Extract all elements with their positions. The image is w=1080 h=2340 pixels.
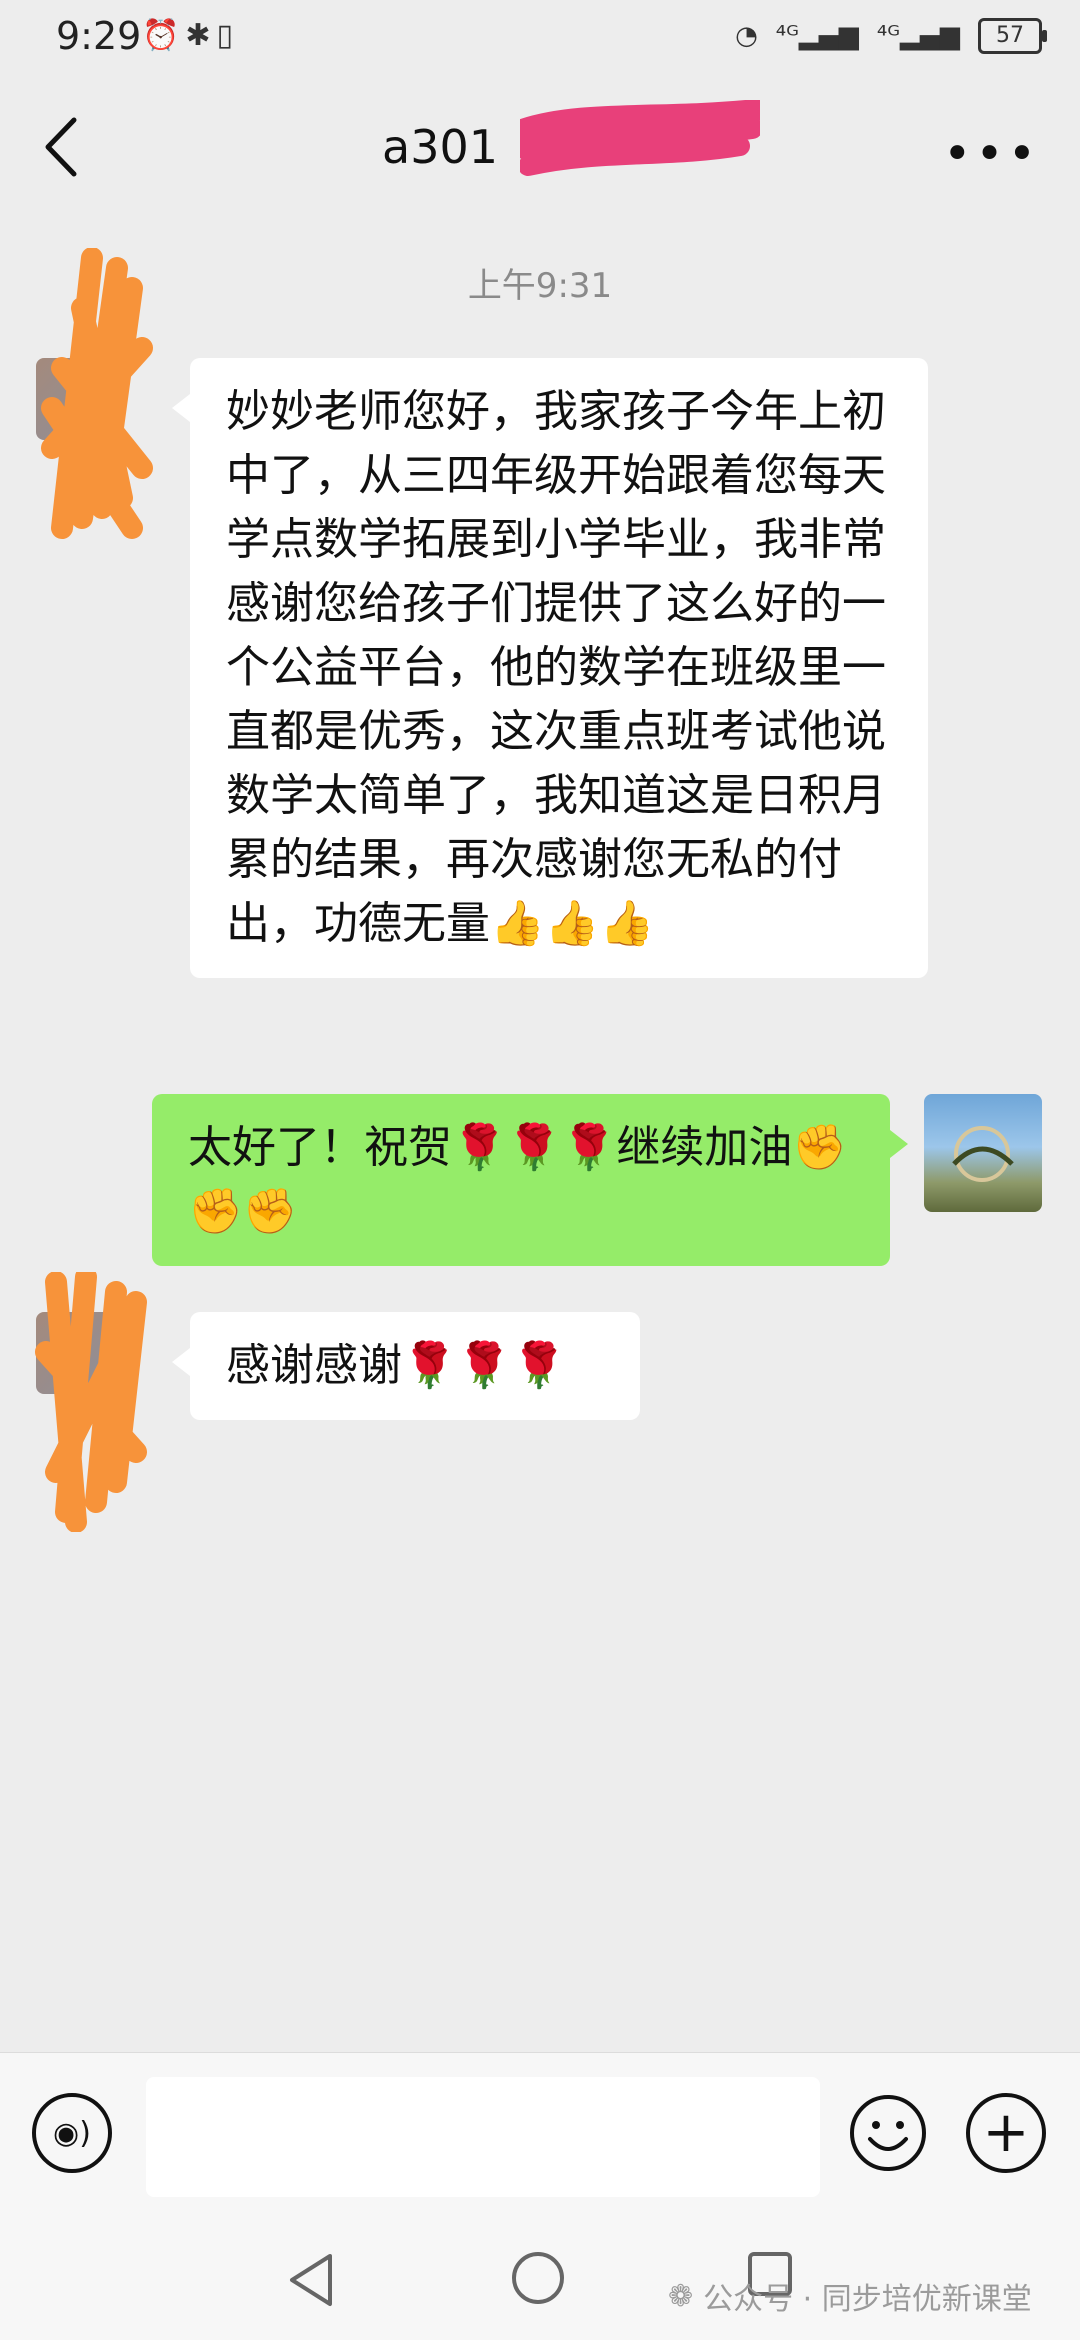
alarm-icon: ⏰ (142, 18, 186, 53)
status-bar: 9:29 ⏰✱▯ ◔ ⁴ᴳ▂▄▆ ⁴ᴳ▂▄▆ 57 (0, 0, 1080, 72)
my-avatar[interactable] (924, 1094, 1042, 1212)
plus-icon[interactable]: + (966, 2093, 1046, 2173)
outgoing-message[interactable]: 太好了！祝贺🌹🌹🌹继续加油✊✊✊ (152, 1094, 908, 1266)
message-input[interactable] (146, 2077, 820, 2197)
incoming-message[interactable]: 感谢感谢🌹🌹🌹 (172, 1312, 640, 1420)
bluetooth-icon: ✱ (185, 18, 217, 53)
battery-indicator: 57 (978, 18, 1047, 54)
wifi-icon: ◔ (735, 21, 758, 51)
wechat-icon: ❁ (668, 2278, 694, 2314)
nav-back-icon[interactable] (286, 2252, 336, 2308)
chat-header: a301 ••• (0, 72, 1080, 222)
status-left-icons: ⏰✱▯ (142, 18, 239, 53)
contact-avatar[interactable] (36, 248, 153, 539)
signal-icon-2: ⁴ᴳ▂▄▆ (876, 21, 960, 51)
contact-avatar[interactable] (35, 1272, 147, 1532)
status-right-icons: ◔ ⁴ᴳ▂▄▆ ⁴ᴳ▂▄▆ 57 (735, 18, 1047, 54)
message-text: 妙妙老师您好，我家孩子今年上初中了，从三四年级开始跟着您每天学点数学拓展到小学毕… (226, 386, 886, 949)
message-text: 太好了！祝贺🌹🌹🌹继续加油✊✊✊ (188, 1122, 848, 1237)
system-nav-bar: ❁ 公众号 · 同步培优新课堂 (0, 2222, 1080, 2340)
nav-home-icon[interactable] (512, 2252, 564, 2304)
more-options-button[interactable]: ••• (943, 126, 1040, 182)
message-text: 感谢感谢🌹🌹🌹 (226, 1340, 567, 1391)
voice-icon[interactable]: ◉) (32, 2093, 112, 2173)
input-bar: ◉) + (0, 2052, 1080, 2223)
watermark-text: 公众号 · 同步培优新课堂 (703, 2282, 1032, 2317)
emoji-icon[interactable] (848, 2093, 928, 2173)
vibrate-icon: ▯ (216, 18, 240, 53)
status-time: 9:29 (56, 14, 142, 58)
redaction-mark (520, 100, 760, 176)
redaction-scribble (35, 1272, 147, 1532)
incoming-message[interactable]: 妙妙老师您好，我家孩子今年上初中了，从三四年级开始跟着您每天学点数学拓展到小学毕… (172, 358, 928, 978)
signal-icon: ⁴ᴳ▂▄▆ (775, 21, 859, 51)
watermark: ❁ 公众号 · 同步培优新课堂 (668, 2274, 1032, 2318)
redaction-scribble (41, 248, 153, 539)
